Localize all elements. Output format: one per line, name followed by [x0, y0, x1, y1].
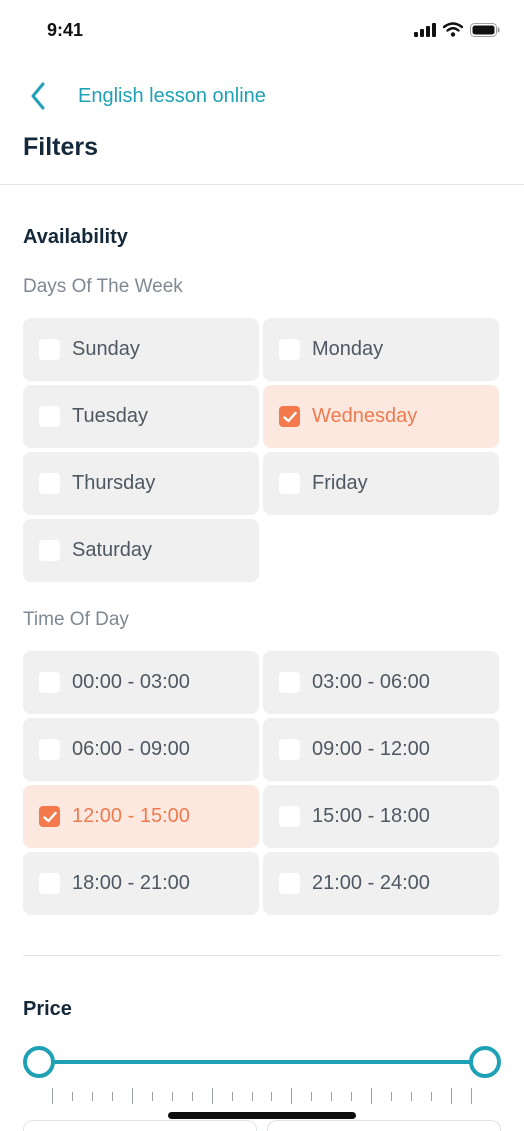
- slider-tick: [431, 1092, 433, 1101]
- slider-tick: [111, 1092, 113, 1101]
- nav-bar: English lesson online: [0, 76, 524, 116]
- day-option-thursday[interactable]: Thursday: [23, 452, 259, 515]
- slider-tick: [471, 1088, 472, 1104]
- time-label: 00:00 - 03:00: [72, 671, 190, 693]
- slider-tick: [371, 1088, 373, 1104]
- time-label: 09:00 - 12:00: [312, 738, 430, 760]
- days-of-week-label: Days Of The Week: [23, 276, 183, 297]
- slider-tick: [131, 1088, 133, 1104]
- time-label: 21:00 - 24:00: [312, 872, 430, 894]
- status-bar: 9:41: [0, 0, 524, 62]
- back-button[interactable]: [22, 78, 54, 114]
- checkmark-icon: [282, 411, 297, 422]
- nav-title: English lesson online: [78, 85, 266, 107]
- slider-tick: [231, 1092, 233, 1101]
- min-price-field[interactable]: [23, 1120, 257, 1131]
- day-option-tuesday[interactable]: Tuesday: [23, 385, 259, 448]
- times-grid: 00:00 - 03:00 03:00 - 06:00 06:00 - 09:0…: [23, 651, 499, 915]
- checkbox-icon: [39, 806, 60, 827]
- slider-tick: [251, 1092, 253, 1101]
- status-time: 9:41: [47, 20, 84, 40]
- header-divider: [0, 184, 524, 185]
- time-option-06-09[interactable]: 06:00 - 09:00: [23, 718, 259, 781]
- section-divider: [23, 955, 501, 956]
- checkbox-icon: [279, 406, 300, 427]
- time-option-00-03[interactable]: 00:00 - 03:00: [23, 651, 259, 714]
- checkbox-icon: [279, 739, 300, 760]
- checkbox-icon: [279, 672, 300, 693]
- slider-tick: [71, 1092, 73, 1101]
- time-of-day-label: Time Of Day: [23, 609, 129, 630]
- day-label: Wednesday: [312, 405, 418, 427]
- slider-tick: [91, 1092, 93, 1101]
- time-option-09-12[interactable]: 09:00 - 12:00: [263, 718, 499, 781]
- day-label: Saturday: [72, 539, 153, 561]
- day-option-monday[interactable]: Monday: [263, 318, 499, 381]
- time-label: 03:00 - 06:00: [312, 671, 430, 693]
- slider-tick: [211, 1088, 213, 1104]
- day-option-sunday[interactable]: Sunday: [23, 318, 259, 381]
- day-label: Thursday: [72, 472, 156, 494]
- checkbox-icon: [39, 672, 60, 693]
- checkbox-icon: [39, 873, 60, 894]
- home-indicator: [168, 1112, 356, 1119]
- slider-tick: [151, 1092, 153, 1101]
- time-option-12-15[interactable]: 12:00 - 15:00: [23, 785, 259, 848]
- slider-tick: [351, 1092, 353, 1101]
- time-label: 15:00 - 18:00: [312, 805, 430, 827]
- slider-ticks: [52, 1088, 472, 1106]
- slider-tick: [311, 1092, 313, 1101]
- chevron-left-icon: [31, 82, 45, 110]
- checkbox-icon: [39, 473, 60, 494]
- price-range-slider[interactable]: [23, 1043, 501, 1081]
- availability-title: Availability: [23, 226, 128, 248]
- slider-tick: [391, 1092, 393, 1101]
- time-option-15-18[interactable]: 15:00 - 18:00: [263, 785, 499, 848]
- battery-icon: [470, 22, 500, 37]
- checkbox-icon: [39, 739, 60, 760]
- wifi-icon: [443, 22, 463, 37]
- checkbox-icon: [279, 806, 300, 827]
- day-option-friday[interactable]: Friday: [263, 452, 499, 515]
- price-title: Price: [23, 998, 72, 1020]
- slider-tick: [331, 1092, 333, 1101]
- slider-tick: [52, 1088, 53, 1104]
- slider-track[interactable]: [39, 1060, 485, 1064]
- checkmark-icon: [42, 811, 57, 822]
- day-label: Tuesday: [72, 405, 148, 427]
- checkbox-icon: [279, 473, 300, 494]
- day-option-wednesday[interactable]: Wednesday: [263, 385, 499, 448]
- days-grid: Sunday Monday Tuesday Wednesday Thursday…: [23, 318, 499, 582]
- checkbox-icon: [279, 339, 300, 360]
- slider-tick: [291, 1088, 293, 1104]
- slider-tick: [451, 1088, 453, 1104]
- day-label: Friday: [312, 472, 368, 494]
- slider-tick: [171, 1092, 173, 1101]
- status-icons: [414, 22, 500, 37]
- slider-max-handle[interactable]: [469, 1046, 501, 1078]
- time-label: 12:00 - 15:00: [72, 805, 190, 827]
- time-option-18-21[interactable]: 18:00 - 21:00: [23, 852, 259, 915]
- checkbox-icon: [39, 540, 60, 561]
- slider-tick: [271, 1092, 273, 1101]
- checkbox-icon: [39, 406, 60, 427]
- checkbox-icon: [39, 339, 60, 360]
- time-label: 06:00 - 09:00: [72, 738, 190, 760]
- day-label: Sunday: [72, 338, 140, 360]
- checkbox-icon: [279, 873, 300, 894]
- slider-tick: [191, 1092, 193, 1101]
- time-option-03-06[interactable]: 03:00 - 06:00: [263, 651, 499, 714]
- page-title: Filters: [23, 133, 99, 161]
- day-option-saturday[interactable]: Saturday: [23, 519, 259, 582]
- max-price-field[interactable]: [267, 1120, 501, 1131]
- time-option-21-24[interactable]: 21:00 - 24:00: [263, 852, 499, 915]
- time-label: 18:00 - 21:00: [72, 872, 190, 894]
- cellular-signal-icon: [414, 22, 436, 37]
- slider-tick: [411, 1092, 413, 1101]
- slider-min-handle[interactable]: [23, 1046, 55, 1078]
- day-label: Monday: [312, 338, 384, 360]
